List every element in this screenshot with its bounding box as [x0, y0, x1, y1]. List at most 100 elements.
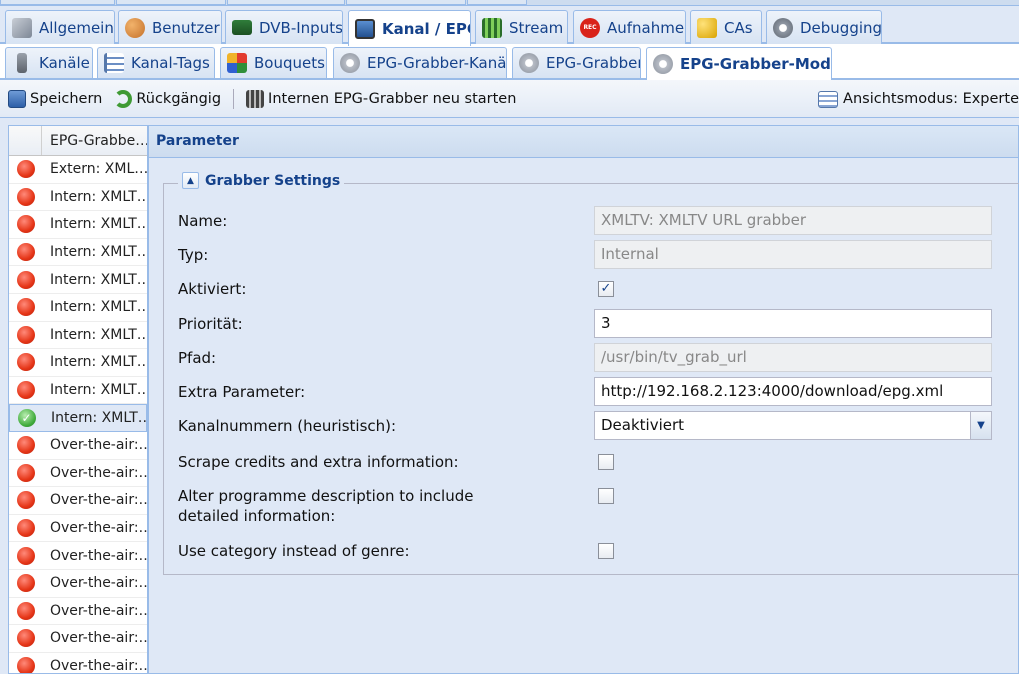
chevron-down-icon[interactable]: ▼ — [970, 412, 991, 439]
path-input: /usr/bin/tv_grab_url — [594, 343, 992, 372]
restart-grabber-button[interactable]: Internen EPG-Grabber neu starten — [240, 85, 522, 113]
select-value: Deaktiviert — [601, 416, 685, 434]
tab-label: Kanäle — [39, 54, 90, 72]
tab-epg-grabber[interactable]: EPG-Grabber — [512, 47, 641, 78]
fieldset-title: Grabber Settings — [205, 172, 341, 189]
grid-row[interactable]: Intern: XMLT… — [9, 377, 147, 405]
disabled-status-icon — [16, 215, 35, 234]
tab-epg-grabber-kanaele[interactable]: EPG-Grabber-Kanäle — [333, 47, 507, 78]
extra-parameter-input[interactable]: http://192.168.2.123:4000/download/epg.x… — [594, 377, 992, 406]
grid-row[interactable]: Over-the-air:… — [9, 653, 147, 673]
grabber-name: Intern: XMLT… — [50, 382, 147, 399]
scrape-credits-checkbox[interactable] — [598, 454, 614, 470]
name-input: XMLTV: XMLTV URL grabber — [594, 206, 992, 235]
field-label: Pfad: — [178, 349, 217, 367]
status-cell — [9, 298, 42, 317]
grabber-name: Extern: XML… — [50, 161, 147, 178]
tab-label: Bouquets — [254, 54, 325, 72]
grabber-name: Over-the-air:… — [50, 602, 147, 619]
grid-row[interactable]: Over-the-air:… — [9, 515, 147, 543]
grabber-name: Over-the-air:… — [50, 464, 147, 481]
grid-row[interactable]: Intern: XMLT… — [9, 211, 147, 239]
tab-benutzer[interactable]: Benutzer — [118, 10, 222, 44]
disabled-status-icon — [16, 463, 35, 482]
save-label: Speichern — [30, 90, 103, 107]
grid-row[interactable]: Intern: XMLT… — [9, 322, 147, 350]
remote-icon — [17, 53, 27, 73]
tab-bouquets[interactable]: Bouquets — [220, 47, 327, 78]
grid-row[interactable]: Intern: XMLT… — [9, 184, 147, 212]
grid-row[interactable]: Over-the-air:… — [9, 570, 147, 598]
fieldset-legend: ▲ Grabber Settings — [178, 172, 345, 189]
grid-row[interactable]: Over-the-air:… — [9, 460, 147, 488]
undo-button[interactable]: Rückgängig — [108, 85, 227, 113]
grid-row[interactable]: Over-the-air:… — [9, 487, 147, 515]
disabled-status-icon — [16, 381, 35, 400]
status-cell — [9, 381, 42, 400]
disabled-status-icon — [16, 436, 35, 455]
use-category-checkbox[interactable] — [598, 543, 614, 559]
grid-row[interactable]: Intern: XMLT… — [9, 349, 147, 377]
tab-kanaele[interactable]: Kanäle — [5, 47, 93, 78]
disabled-status-icon — [16, 160, 35, 179]
status-cell — [9, 353, 42, 372]
users-icon — [125, 17, 145, 38]
key-icon — [697, 17, 717, 38]
save-button[interactable]: Speichern — [0, 85, 108, 113]
view-mode-label: Ansichtsmodus: Experte — [843, 91, 1019, 107]
grid-row[interactable]: Extern: XML… — [9, 156, 147, 184]
undo-label: Rückgängig — [136, 90, 222, 107]
collapse-icon[interactable]: ▲ — [182, 172, 199, 189]
enabled-checkbox[interactable]: ✓ — [598, 281, 614, 297]
alter-description-checkbox[interactable] — [598, 488, 614, 504]
status-cell — [9, 270, 42, 289]
disabled-status-icon — [16, 629, 35, 648]
rec-icon: REC — [580, 17, 600, 38]
grabber-name: Over-the-air:… — [50, 630, 147, 647]
status-cell — [9, 187, 42, 206]
gear-icon — [653, 54, 673, 74]
tab-stream[interactable]: Stream — [475, 10, 568, 44]
disabled-status-icon — [16, 325, 35, 344]
grid-row[interactable]: ✓ Intern: XMLT… — [9, 404, 147, 432]
field-label: Priorität: — [178, 315, 243, 333]
tab-kanal-epg[interactable]: Kanal / EPG — [348, 10, 471, 46]
grid-row[interactable]: Over-the-air:… — [9, 598, 147, 626]
grid-row[interactable]: Intern: XMLT… — [9, 294, 147, 322]
view-mode-button[interactable]: Ansichtsmodus: Experte — [818, 85, 1019, 113]
tab-dvb-inputs[interactable]: DVB-Inputs — [225, 10, 343, 44]
grabber-name: Intern: XMLT… — [50, 299, 147, 316]
field-label: Name: — [178, 212, 228, 230]
toolbar-separator — [233, 88, 235, 109]
disabled-status-icon — [16, 546, 35, 565]
tab-epg-grabber-module[interactable]: EPG-Grabber-Module — [646, 47, 832, 80]
disabled-status-icon — [16, 519, 35, 538]
grabber-name: Intern: XMLT… — [50, 271, 147, 288]
priority-input[interactable]: 3 — [594, 309, 992, 338]
tab-aufnahme[interactable]: REC Aufnahme — [573, 10, 686, 44]
tab-label: EPG-Grabber-Module — [680, 55, 831, 73]
grabber-name: Intern: XMLT… — [51, 410, 146, 427]
disabled-status-icon — [16, 270, 35, 289]
tab-kanal-tags[interactable]: Kanal-Tags — [97, 47, 215, 78]
grid-row[interactable]: Intern: XMLT… — [9, 239, 147, 267]
tab-allgemein[interactable]: Allgemein — [5, 10, 115, 44]
grid-header-name[interactable]: EPG-Grabbe… — [42, 126, 147, 155]
channel-numbers-select[interactable]: Deaktiviert ▼ — [594, 411, 992, 440]
status-cell — [9, 546, 42, 565]
disabled-status-icon — [16, 243, 35, 262]
disabled-status-icon — [16, 353, 35, 372]
grid-row[interactable]: Over-the-air:… — [9, 432, 147, 460]
disabled-status-icon — [16, 574, 35, 593]
grid-row[interactable]: Intern: XMLT… — [9, 266, 147, 294]
grabber-name: Over-the-air:… — [50, 492, 147, 509]
type-input: Internal — [594, 240, 992, 269]
view-mode-icon — [818, 90, 839, 108]
tab-debugging[interactable]: Debugging — [766, 10, 882, 44]
grabber-name: Intern: XMLT… — [50, 216, 147, 233]
grid-row[interactable]: Over-the-air:… — [9, 625, 147, 653]
grid-row[interactable]: Over-the-air:… — [9, 542, 147, 570]
enabled-status-icon: ✓ — [17, 409, 36, 428]
tab-cas[interactable]: CAs — [690, 10, 762, 44]
status-cell — [9, 601, 42, 620]
